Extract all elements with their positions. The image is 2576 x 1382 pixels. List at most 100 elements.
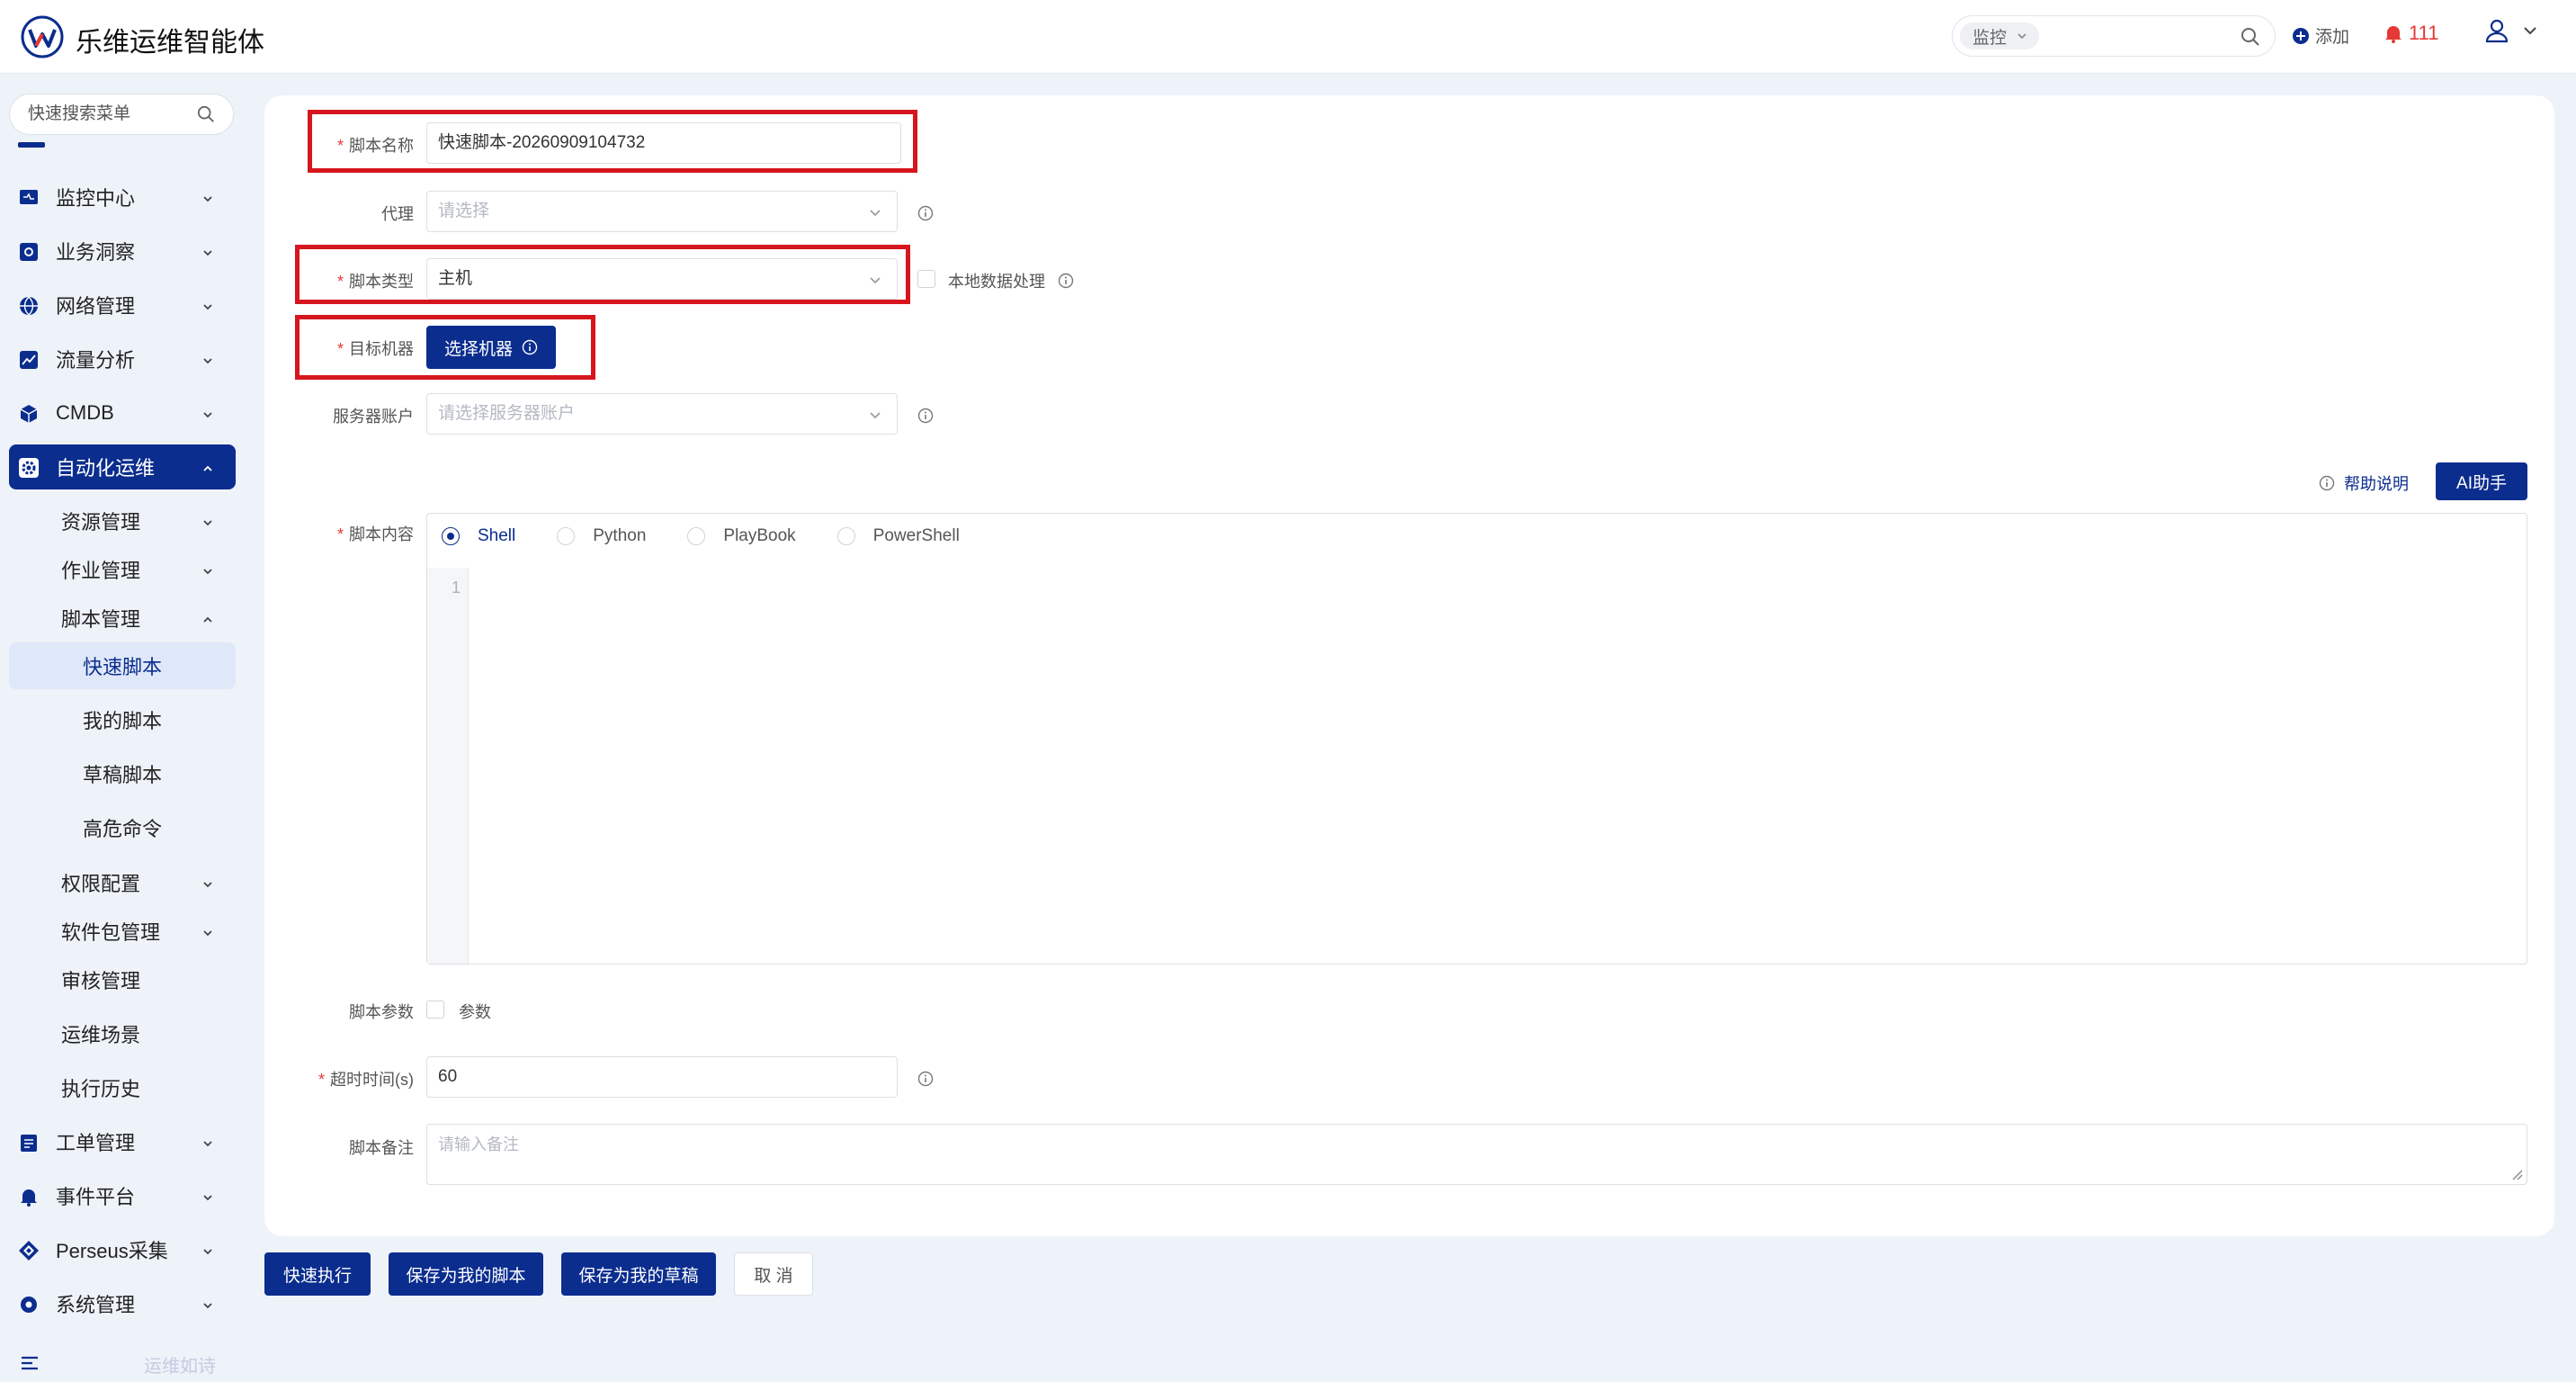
sidebar-item-ticket[interactable]: 工单管理 — [9, 1119, 236, 1164]
chevron-down-icon — [203, 1195, 212, 1201]
info-icon — [1058, 273, 1074, 289]
chevron-down-icon — [870, 210, 881, 217]
sidebar-slogan: 运维如诗 — [144, 1357, 216, 1377]
search-icon[interactable] — [2241, 27, 2260, 47]
server-account-select[interactable]: 请选择服务器账户 — [426, 393, 898, 435]
chart-icon — [20, 351, 38, 369]
scrolled-item-icon — [18, 142, 45, 148]
chevron-down-icon — [203, 412, 212, 418]
sidebar-item-monitor[interactable]: 监控中心 — [9, 175, 236, 220]
chevron-down-icon — [203, 882, 212, 888]
chevron-up-icon — [203, 616, 212, 623]
language-radio-group: Shell Python PlayBook PowerShell — [442, 526, 1001, 546]
sidebar-sub-resource[interactable]: 资源管理 — [9, 498, 236, 543]
menu-search-placeholder: 快速搜索菜单 — [28, 104, 131, 123]
top-header: 乐维运维智能体 监控 添加 111 — [0, 0, 2576, 74]
proxy-label: 代理 — [381, 205, 414, 223]
cancel-button[interactable]: 取 消 — [734, 1252, 813, 1296]
language-radio-shell[interactable]: Shell — [442, 526, 515, 546]
chevron-down-icon — [203, 1249, 212, 1255]
server-account-label: 服务器账户 — [333, 408, 414, 426]
ai-assistant-button[interactable]: AI助手 — [2436, 462, 2527, 500]
sidebar-item-network[interactable]: 网络管理 — [9, 283, 236, 328]
app-title: 乐维运维智能体 — [76, 28, 264, 58]
info-icon — [917, 408, 934, 424]
remark-textarea[interactable]: 请输入备注 — [426, 1124, 2527, 1185]
quick-execute-button[interactable]: 快速执行 — [264, 1252, 371, 1296]
chevron-down-icon — [2524, 27, 2536, 35]
diamond-icon — [19, 1241, 39, 1261]
insight-icon — [20, 243, 38, 261]
header-search[interactable]: 监控 — [1952, 15, 2276, 57]
save-my-script-button[interactable]: 保存为我的脚本 — [389, 1252, 543, 1296]
info-icon — [917, 205, 934, 221]
bell-icon — [2385, 26, 2402, 43]
remark-label: 脚本备注 — [349, 1139, 414, 1157]
sidebar-item-system[interactable]: 系统管理 — [9, 1281, 236, 1326]
chevron-down-icon — [203, 1141, 212, 1147]
save-draft-button[interactable]: 保存为我的草稿 — [561, 1252, 716, 1296]
chevron-down-icon — [203, 196, 212, 202]
params-checkbox-label: 参数 — [459, 1003, 491, 1021]
user-icon — [2485, 19, 2509, 43]
chevron-down-icon — [870, 412, 881, 419]
add-button[interactable]: 添加 — [2292, 23, 2349, 48]
alert-button[interactable]: 111 — [2384, 22, 2438, 45]
sidebar-sub-script[interactable]: 脚本管理 — [9, 596, 236, 641]
language-radio-python[interactable]: Python — [557, 526, 646, 546]
chevron-down-icon — [203, 250, 212, 256]
highlight-box-script-name — [308, 110, 917, 173]
monitor-icon — [20, 190, 38, 204]
chevron-down-icon — [203, 358, 212, 364]
sidebar-leaf-quick-script[interactable]: 快速脚本 — [9, 642, 236, 689]
sidebar-sub-job[interactable]: 作业管理 — [9, 547, 236, 592]
sidebar-sub-permission[interactable]: 权限配置 — [9, 860, 236, 905]
sidebar-item-traffic[interactable]: 流量分析 — [9, 337, 236, 381]
user-menu[interactable] — [2484, 18, 2538, 43]
collapse-menu-icon[interactable] — [20, 1353, 40, 1373]
chevron-down-icon — [203, 930, 212, 937]
local-data-checkbox[interactable] — [917, 270, 935, 288]
sidebar-leaf-danger-cmd[interactable]: 高危命令 — [9, 804, 236, 851]
proxy-select[interactable]: 请选择 — [426, 191, 898, 232]
menu-search-input[interactable]: 快速搜索菜单 — [9, 94, 234, 135]
chevron-down-icon — [203, 569, 212, 575]
script-editor[interactable]: Shell Python PlayBook PowerShell 1 — [426, 513, 2527, 965]
timeout-label: * 超时时间(s) — [318, 1071, 414, 1089]
sidebar-sub-audit[interactable]: 审核管理 — [9, 957, 236, 1002]
sidebar-leaf-draft-script[interactable]: 草稿脚本 — [9, 750, 236, 797]
highlight-box-script-type — [295, 245, 910, 304]
sidebar-item-automation[interactable]: 自动化运维 — [9, 444, 236, 489]
sidebar-sub-history[interactable]: 执行历史 — [9, 1065, 236, 1110]
language-radio-playbook[interactable]: PlayBook — [687, 526, 796, 546]
globe-icon — [20, 296, 38, 316]
sidebar-sub-scene[interactable]: 运维场景 — [9, 1011, 236, 1056]
info-icon — [2319, 475, 2335, 491]
sidebar-item-event[interactable]: 事件平台 — [9, 1173, 236, 1218]
language-radio-powershell[interactable]: PowerShell — [836, 526, 960, 546]
search-scope-label: 监控 — [1972, 28, 2008, 48]
script-content-label: * 脚本内容 — [336, 525, 414, 543]
bell-icon — [21, 1189, 37, 1207]
sidebar-item-cmdb[interactable]: CMDB — [9, 390, 236, 435]
logo-icon — [21, 15, 64, 58]
sidebar-sub-package[interactable]: 软件包管理 — [9, 909, 236, 954]
gear-icon — [19, 458, 39, 478]
chevron-down-icon — [203, 304, 212, 310]
sidebar-footer: 运维如诗 — [0, 1342, 243, 1382]
alert-count: 111 — [2409, 22, 2439, 44]
search-icon — [197, 105, 214, 122]
resize-handle-icon[interactable] — [2510, 1168, 2523, 1180]
cube-icon — [20, 405, 38, 423]
sidebar-item-insight[interactable]: 业务洞察 — [9, 229, 236, 274]
chevron-down-icon — [2017, 33, 2026, 40]
sidebar-leaf-my-script[interactable]: 我的脚本 — [9, 696, 236, 743]
timeout-input[interactable]: 60 — [426, 1056, 898, 1098]
params-checkbox[interactable] — [426, 1001, 444, 1019]
sidebar: 快速搜索菜单 监控中心 业务洞察 网络管理 流量分析 CMDB 自动化运维 资源… — [0, 74, 243, 1382]
settings-icon — [21, 1297, 37, 1313]
search-scope-select[interactable]: 监控 — [1960, 22, 2039, 49]
sidebar-item-perseus[interactable]: Perseus采集 — [9, 1227, 236, 1272]
plus-circle-icon — [2293, 27, 2309, 44]
help-link[interactable]: 帮助说明 — [2319, 471, 2409, 495]
